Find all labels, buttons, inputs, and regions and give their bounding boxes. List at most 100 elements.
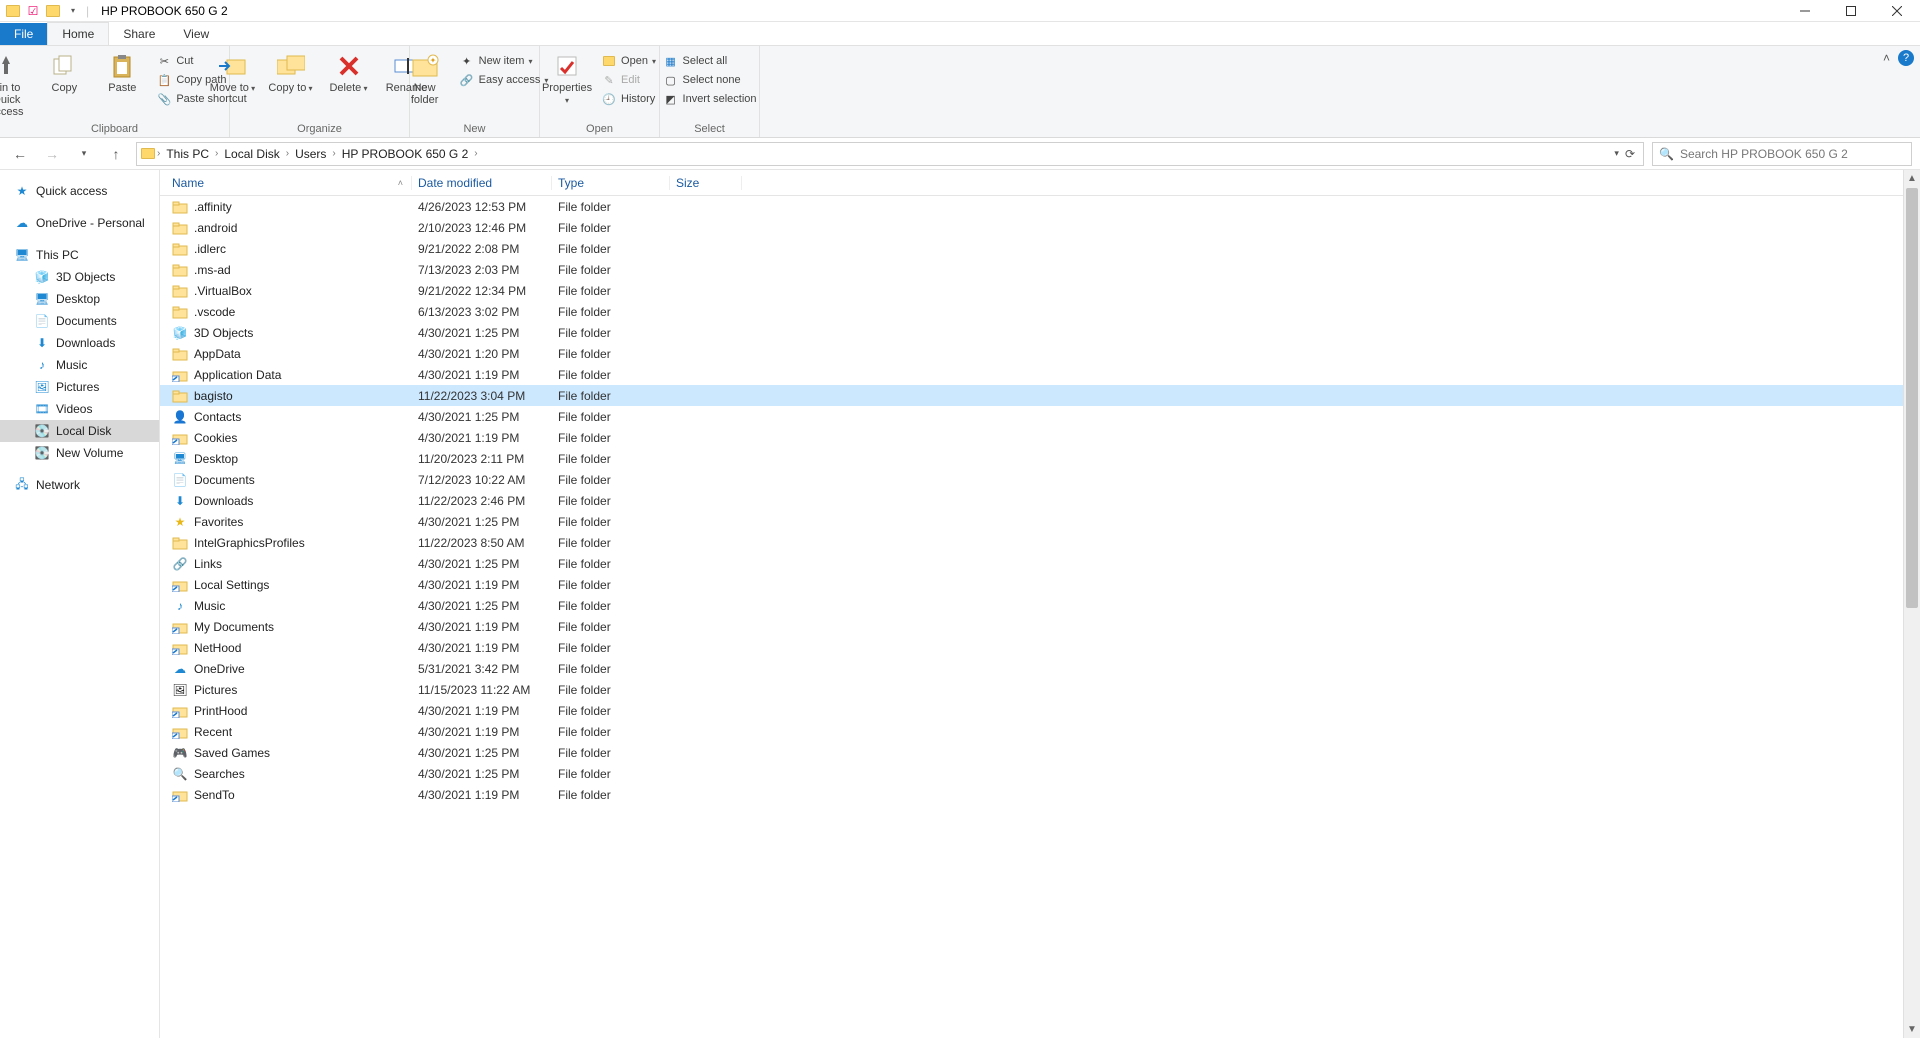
file-row[interactable]: 🧊3D Objects4/30/2021 1:25 PMFile folder bbox=[160, 322, 1920, 343]
new-item-button[interactable]: ✦New item bbox=[457, 52, 551, 70]
file-date: 4/30/2021 1:19 PM bbox=[412, 725, 552, 739]
nav-item-pictures[interactable]: 🖼Pictures bbox=[0, 376, 159, 398]
file-row[interactable]: 🖼Pictures11/15/2023 11:22 AMFile folder bbox=[160, 679, 1920, 700]
up-button[interactable]: ↑ bbox=[104, 142, 128, 166]
recent-locations-button[interactable]: ▾ bbox=[72, 142, 96, 166]
nav-item-music[interactable]: ♪Music bbox=[0, 354, 159, 376]
scroll-down-icon[interactable]: ▼ bbox=[1904, 1021, 1920, 1038]
edit-icon: ✎ bbox=[601, 72, 617, 88]
file-row[interactable]: 🎮Saved Games4/30/2021 1:25 PMFile folder bbox=[160, 742, 1920, 763]
column-name[interactable]: Name˄ bbox=[160, 176, 412, 190]
nav-item-videos[interactable]: 🎞Videos bbox=[0, 398, 159, 420]
file-row[interactable]: NetHood4/30/2021 1:19 PMFile folder bbox=[160, 637, 1920, 658]
paste-button[interactable]: Paste bbox=[96, 50, 148, 118]
crumb-current[interactable]: HP PROBOOK 650 G 2 bbox=[338, 147, 473, 161]
crumb-users[interactable]: Users bbox=[291, 147, 330, 161]
tab-view[interactable]: View bbox=[169, 23, 223, 45]
file-row[interactable]: PrintHood4/30/2021 1:19 PMFile folder bbox=[160, 700, 1920, 721]
copy-button[interactable]: Copy bbox=[38, 50, 90, 118]
forward-button[interactable]: → bbox=[40, 142, 64, 166]
search-input[interactable]: 🔍 Search HP PROBOOK 650 G 2 bbox=[1652, 142, 1912, 166]
nav-item-documents[interactable]: 📄Documents bbox=[0, 310, 159, 332]
file-row[interactable]: My Documents4/30/2021 1:19 PMFile folder bbox=[160, 616, 1920, 637]
file-row[interactable]: .android2/10/2023 12:46 PMFile folder bbox=[160, 217, 1920, 238]
easy-access-button[interactable]: 🔗Easy access bbox=[457, 71, 551, 89]
qat-newfolder-icon[interactable] bbox=[46, 4, 60, 18]
column-date[interactable]: Date modified bbox=[412, 176, 552, 190]
pin-quick-access-button[interactable]: Pin to Quick access bbox=[0, 50, 32, 118]
scrollbar[interactable]: ▲ ▼ bbox=[1903, 170, 1920, 1038]
select-all-button[interactable]: ▦Select all bbox=[661, 52, 759, 70]
breadcrumb-dropdown-icon[interactable]: ▾ bbox=[1614, 148, 1619, 159]
file-row[interactable]: 🖥Desktop11/20/2023 2:11 PMFile folder bbox=[160, 448, 1920, 469]
navigation-pane[interactable]: ★Quick access ☁OneDrive - Personal 🖥This… bbox=[0, 170, 160, 1038]
file-name: .affinity bbox=[194, 200, 232, 214]
crumb-thispc[interactable]: This PC bbox=[162, 147, 213, 161]
file-row[interactable]: AppData4/30/2021 1:20 PMFile folder bbox=[160, 343, 1920, 364]
file-row[interactable]: Cookies4/30/2021 1:19 PMFile folder bbox=[160, 427, 1920, 448]
crumb-localdisk[interactable]: Local Disk bbox=[220, 147, 283, 161]
help-icon[interactable]: ? bbox=[1898, 50, 1914, 66]
file-row[interactable]: .idlerc9/21/2022 2:08 PMFile folder bbox=[160, 238, 1920, 259]
file-row[interactable]: Local Settings4/30/2021 1:19 PMFile fold… bbox=[160, 574, 1920, 595]
nav-thispc[interactable]: 🖥This PC bbox=[0, 244, 159, 266]
nav-item-3d-objects[interactable]: 🧊3D Objects bbox=[0, 266, 159, 288]
file-icon bbox=[172, 536, 188, 550]
maximize-button[interactable] bbox=[1828, 0, 1874, 22]
collapse-ribbon-icon[interactable]: ˄ bbox=[1883, 51, 1890, 65]
file-row[interactable]: ☁OneDrive5/31/2021 3:42 PMFile folder bbox=[160, 658, 1920, 679]
refresh-button[interactable]: ⟳ bbox=[1625, 147, 1635, 161]
properties-button[interactable]: Properties bbox=[541, 50, 593, 108]
file-row[interactable]: 👤Contacts4/30/2021 1:25 PMFile folder bbox=[160, 406, 1920, 427]
file-row[interactable]: IntelGraphicsProfiles11/22/2023 8:50 AMF… bbox=[160, 532, 1920, 553]
select-none-button[interactable]: ▢Select none bbox=[661, 71, 759, 89]
edit-button[interactable]: ✎Edit bbox=[599, 71, 658, 89]
file-row[interactable]: .ms-ad7/13/2023 2:03 PMFile folder bbox=[160, 259, 1920, 280]
open-button[interactable]: Open bbox=[599, 52, 658, 70]
nav-item-desktop[interactable]: 🖥Desktop bbox=[0, 288, 159, 310]
back-button[interactable]: ← bbox=[8, 142, 32, 166]
history-button[interactable]: 🕘History bbox=[599, 90, 658, 108]
file-row[interactable]: 🔍Searches4/30/2021 1:25 PMFile folder bbox=[160, 763, 1920, 784]
file-row[interactable]: ⬇Downloads11/22/2023 2:46 PMFile folder bbox=[160, 490, 1920, 511]
nav-onedrive[interactable]: ☁OneDrive - Personal bbox=[0, 212, 159, 234]
file-row[interactable]: 🔗Links4/30/2021 1:25 PMFile folder bbox=[160, 553, 1920, 574]
file-row[interactable]: ★Favorites4/30/2021 1:25 PMFile folder bbox=[160, 511, 1920, 532]
file-row[interactable]: Application Data4/30/2021 1:19 PMFile fo… bbox=[160, 364, 1920, 385]
column-headers[interactable]: Name˄ Date modified Type Size bbox=[160, 170, 1920, 196]
tab-home[interactable]: Home bbox=[47, 22, 109, 45]
file-row[interactable]: ♪Music4/30/2021 1:25 PMFile folder bbox=[160, 595, 1920, 616]
scroll-thumb[interactable] bbox=[1906, 188, 1918, 608]
file-row[interactable]: 📄Documents7/12/2023 10:22 AMFile folder bbox=[160, 469, 1920, 490]
nav-item-new-volume[interactable]: 💽New Volume bbox=[0, 442, 159, 464]
delete-button[interactable]: Delete bbox=[323, 50, 375, 94]
nav-item-icon: 💽 bbox=[34, 423, 50, 439]
file-name: .ms-ad bbox=[194, 263, 231, 277]
file-row[interactable]: SendTo4/30/2021 1:19 PMFile folder bbox=[160, 784, 1920, 805]
pin-icon bbox=[0, 52, 22, 80]
breadcrumb[interactable]: › This PC› Local Disk› Users› HP PROBOOK… bbox=[136, 142, 1644, 166]
nav-network[interactable]: 🖧Network bbox=[0, 474, 159, 496]
qat-properties-icon[interactable]: ☑ bbox=[26, 4, 40, 18]
nav-item-local-disk[interactable]: 💽Local Disk bbox=[0, 420, 159, 442]
file-row[interactable]: .affinity4/26/2023 12:53 PMFile folder bbox=[160, 196, 1920, 217]
close-button[interactable] bbox=[1874, 0, 1920, 22]
column-size[interactable]: Size bbox=[670, 176, 742, 190]
tab-file[interactable]: File bbox=[0, 23, 47, 45]
file-row[interactable]: Recent4/30/2021 1:19 PMFile folder bbox=[160, 721, 1920, 742]
nav-item-downloads[interactable]: ⬇Downloads bbox=[0, 332, 159, 354]
nav-quick-access[interactable]: ★Quick access bbox=[0, 180, 159, 202]
tab-share[interactable]: Share bbox=[109, 23, 169, 45]
copy-to-button[interactable]: Copy to bbox=[265, 50, 317, 94]
scroll-up-icon[interactable]: ▲ bbox=[1904, 170, 1920, 187]
file-row[interactable]: .VirtualBox9/21/2022 12:34 PMFile folder bbox=[160, 280, 1920, 301]
invert-selection-button[interactable]: ◩Invert selection bbox=[661, 90, 759, 108]
column-type[interactable]: Type bbox=[552, 176, 670, 190]
minimize-button[interactable] bbox=[1782, 0, 1828, 22]
move-to-button[interactable]: Move to bbox=[207, 50, 259, 94]
file-row[interactable]: bagisto11/22/2023 3:04 PMFile folder bbox=[160, 385, 1920, 406]
file-list[interactable]: Name˄ Date modified Type Size .affinity4… bbox=[160, 170, 1920, 1038]
qat-customize-icon[interactable] bbox=[66, 4, 80, 18]
new-folder-button[interactable]: ✦ New folder bbox=[399, 50, 451, 106]
file-row[interactable]: .vscode6/13/2023 3:02 PMFile folder bbox=[160, 301, 1920, 322]
